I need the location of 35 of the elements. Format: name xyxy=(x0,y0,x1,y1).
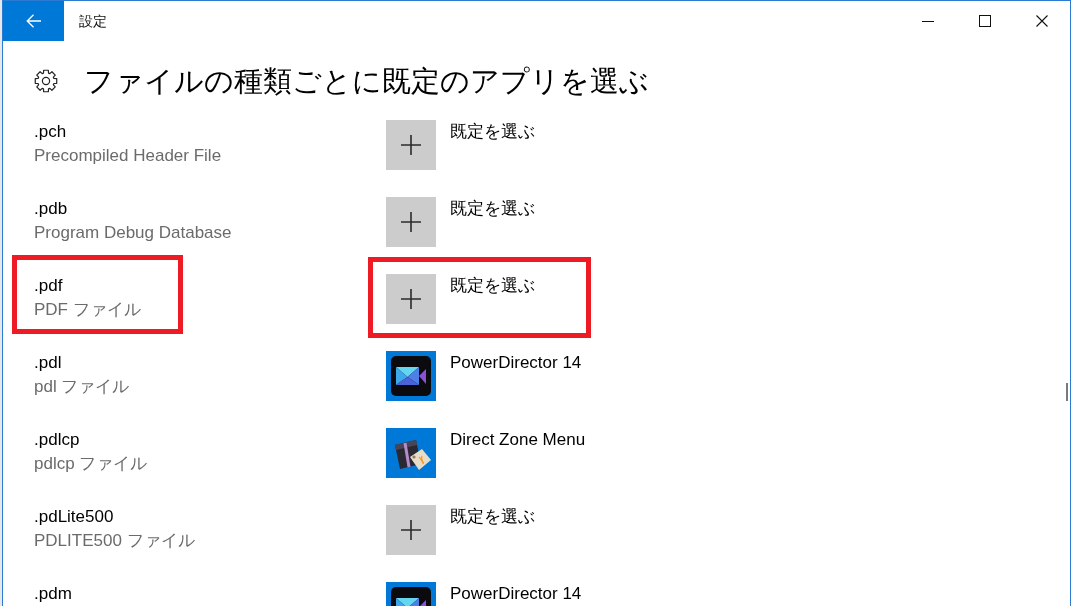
video-camera-icon xyxy=(386,351,436,401)
plus-icon xyxy=(386,197,436,247)
file-type-description: Precompiled Header File xyxy=(34,145,222,167)
file-extension: .pdm xyxy=(34,583,72,605)
settings-icon xyxy=(34,68,58,93)
file-extension: .pdlcp xyxy=(34,429,80,451)
file-type-description: pdlcp ファイル xyxy=(34,453,148,475)
file-extension: .pdLite500 xyxy=(34,506,114,528)
file-extension: .pdl xyxy=(34,352,62,374)
back-button[interactable] xyxy=(3,1,64,41)
scrollbar-thumb[interactable] xyxy=(1066,383,1068,401)
gift-box-icon xyxy=(386,428,436,478)
plus-icon xyxy=(386,120,436,170)
file-type-description: PDLITE500 ファイル xyxy=(34,530,195,552)
plus-icon xyxy=(386,274,436,324)
choose-default-button[interactable]: 既定を選ぶ xyxy=(386,505,535,555)
file-type-description: PDF ファイル xyxy=(34,299,141,321)
page-title: ファイルの種類ごとに既定のアプリを選ぶ xyxy=(84,63,649,99)
file-type-description: pdl ファイル xyxy=(34,376,130,398)
file-extension: .pdf xyxy=(34,275,63,297)
back-arrow-icon xyxy=(25,14,42,28)
maximize-icon xyxy=(978,15,991,27)
choose-default-button[interactable]: 既定を選ぶ xyxy=(386,120,535,170)
file-extension: .pch xyxy=(34,121,67,143)
window-title: 設定 xyxy=(79,11,107,31)
app-button[interactable]: Direct Zone Menu xyxy=(386,428,586,478)
file-type-description: Program Debug Database xyxy=(34,222,232,244)
close-icon xyxy=(1035,15,1048,27)
choose-default-button[interactable]: 既定を選ぶ xyxy=(386,274,535,324)
app-button[interactable]: PowerDirector 14 xyxy=(386,582,582,606)
file-extension: .pdb xyxy=(34,198,68,220)
minimize-icon xyxy=(921,20,934,22)
app-button[interactable]: PowerDirector 14 xyxy=(386,351,582,401)
choose-default-button[interactable]: 既定を選ぶ xyxy=(386,197,535,247)
plus-icon xyxy=(386,505,436,555)
